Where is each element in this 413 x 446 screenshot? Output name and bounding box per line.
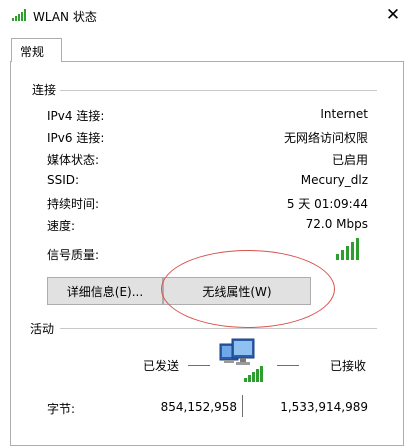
activity-group-title: 活动 (30, 322, 55, 336)
wireless-properties-button-label: 无线属性(W) (202, 284, 272, 299)
ipv6-label: IPv6 连接: (47, 131, 105, 145)
ssid-label: SSID: (47, 173, 80, 187)
wlan-status-dialog: WLAN 状态 ✕ 常规 连接 IPv4 连接: Internet IPv6 连… (0, 0, 413, 446)
window-title: WLAN 状态 (33, 10, 97, 24)
media-state-value: 已启用 (331, 153, 368, 167)
activity-divider (60, 328, 377, 329)
signal-quality-label: 信号质量: (47, 248, 100, 262)
speed-label: 速度: (47, 219, 76, 233)
duration-value: 5 天 01:09:44 (286, 197, 368, 211)
signal-strength-icon (336, 238, 359, 260)
duration-label: 持续时间: (47, 197, 100, 211)
ipv6-value: 无网络访问权限 (283, 131, 368, 145)
ipv4-label: IPv4 连接: (47, 109, 105, 123)
close-button[interactable]: ✕ (376, 2, 410, 28)
connection-divider (60, 90, 377, 91)
received-line (277, 365, 299, 366)
bytes-received-value: 1,533,914,989 (280, 400, 368, 414)
details-button-label: 详细信息(E)... (66, 284, 144, 299)
title-bar: WLAN 状态 ✕ (0, 0, 413, 31)
signal-bar (341, 250, 344, 260)
wireless-properties-button[interactable]: 无线属性(W) (163, 277, 311, 305)
signal-bar (351, 242, 354, 260)
network-computer-icon (219, 338, 263, 382)
ssid-value: Mecury_dlz (300, 173, 368, 187)
sent-line (188, 365, 210, 366)
bytes-separator (242, 395, 243, 417)
close-icon: ✕ (385, 4, 401, 25)
speed-value: 72.0 Mbps (305, 217, 368, 231)
tab-label: 常规 (20, 45, 45, 59)
wifi-signal-icon (12, 9, 26, 21)
signal-bar (356, 238, 359, 260)
details-button[interactable]: 详细信息(E)... (47, 277, 163, 305)
bytes-sent-value: 854,152,958 (160, 400, 237, 414)
media-state-label: 媒体状态: (47, 153, 100, 167)
received-label: 已接收 (330, 359, 367, 373)
signal-bar (336, 254, 339, 260)
sent-label: 已发送 (143, 359, 180, 373)
signal-bar (346, 246, 349, 260)
bytes-label: 字节: (47, 402, 76, 416)
tab-general[interactable]: 常规 (11, 38, 62, 62)
connection-group-title: 连接 (32, 83, 57, 97)
ipv4-value: Internet (320, 107, 368, 121)
